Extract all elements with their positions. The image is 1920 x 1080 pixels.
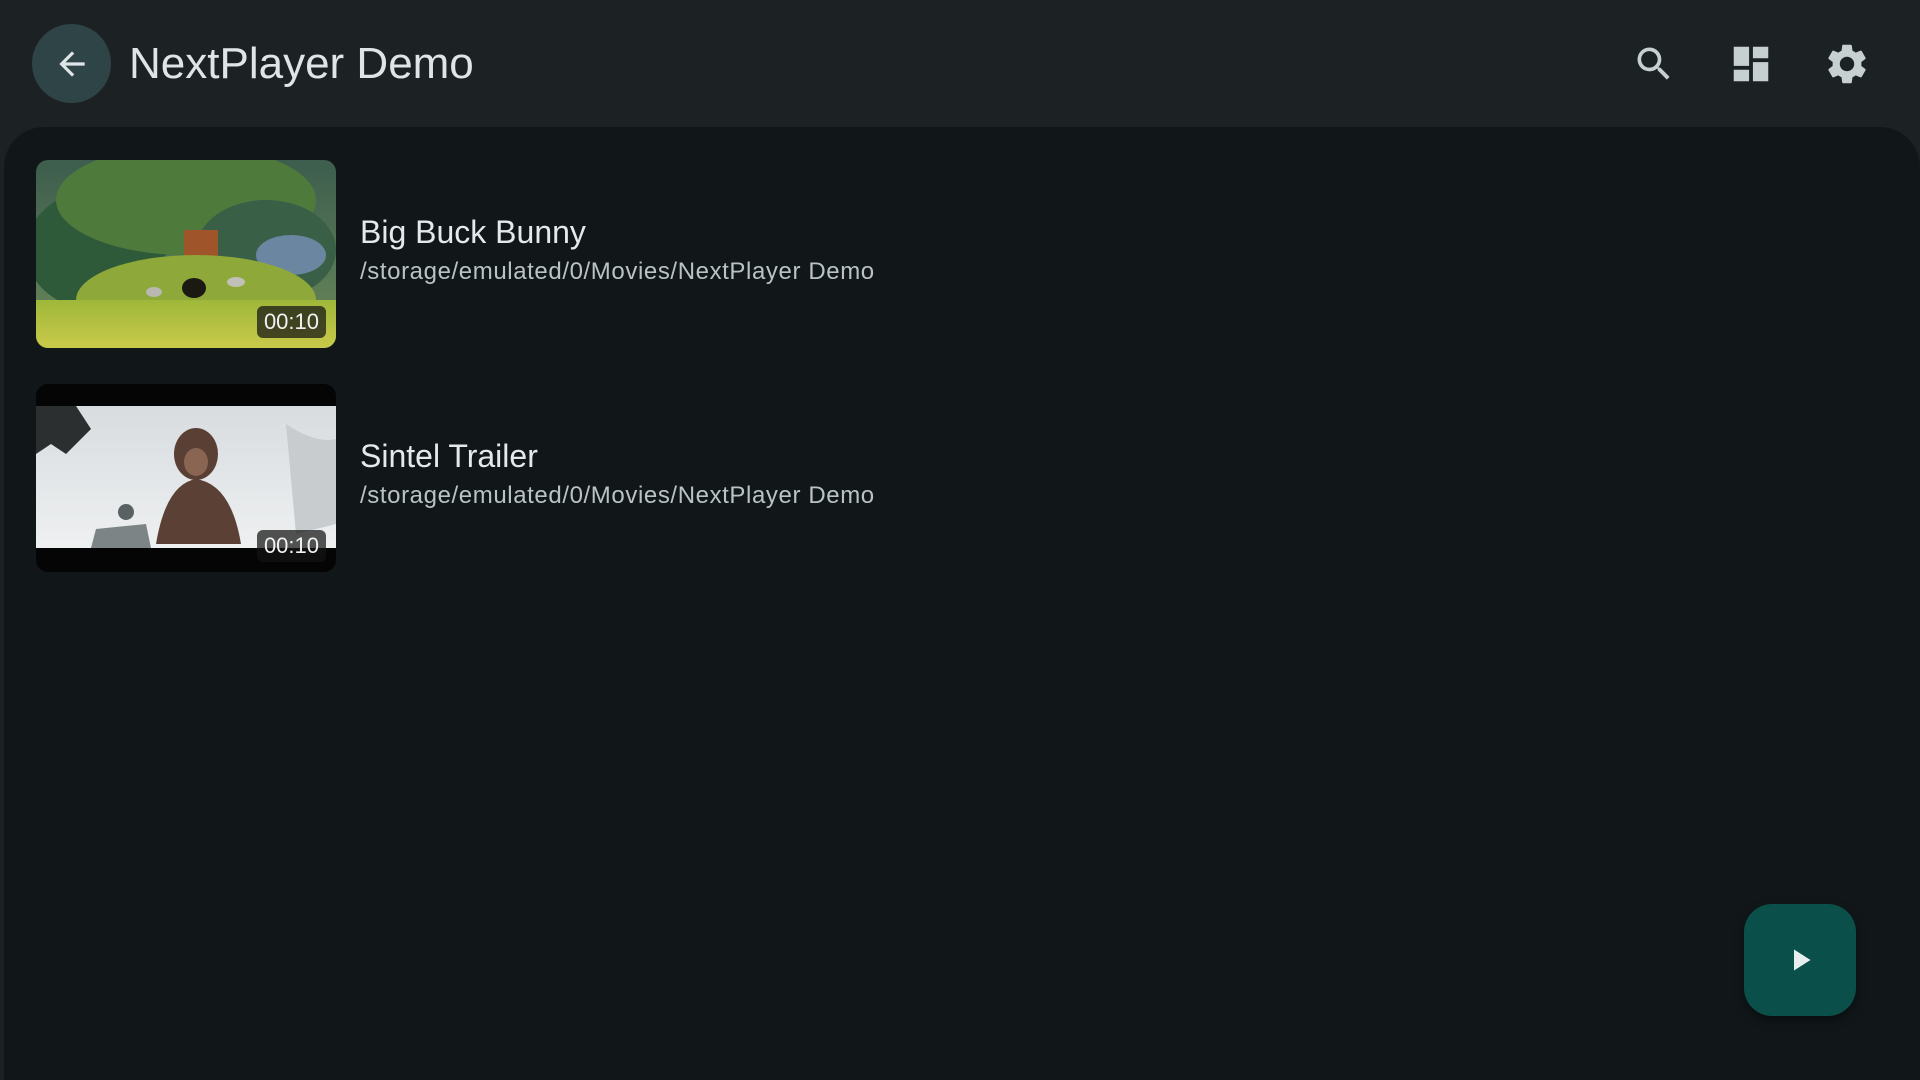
- layout-button[interactable]: [1719, 32, 1783, 96]
- gear-icon: [1828, 44, 1866, 84]
- play-all-button[interactable]: [1744, 904, 1856, 1016]
- video-list: 00:10 Big Buck Bunny /storage/emulated/0…: [4, 127, 1920, 1080]
- video-thumbnail: 00:10: [36, 160, 336, 348]
- page-title: NextPlayer Demo: [129, 39, 474, 88]
- list-item[interactable]: 00:10 Sintel Trailer /storage/emulated/0…: [36, 384, 1886, 572]
- video-thumbnail: 00:10: [36, 384, 336, 572]
- video-path: /storage/emulated/0/Movies/NextPlayer De…: [360, 258, 875, 285]
- list-item[interactable]: 00:10 Big Buck Bunny /storage/emulated/0…: [36, 160, 1886, 348]
- top-app-bar: NextPlayer Demo: [0, 0, 1920, 127]
- duration-badge: 00:10: [256, 530, 326, 562]
- back-button[interactable]: [32, 24, 111, 103]
- search-button[interactable]: [1622, 32, 1686, 96]
- video-title: Sintel Trailer: [360, 438, 538, 474]
- arrow-back-icon: [58, 50, 85, 77]
- video-title: Big Buck Bunny: [360, 214, 586, 250]
- duration-badge: 00:10: [256, 306, 326, 338]
- play-icon: [1794, 949, 1811, 971]
- settings-button[interactable]: [1815, 32, 1879, 96]
- dashboard-icon: [1733, 46, 1769, 82]
- app-window: NextPlayer Demo 00:10 Big Buck Bunny /st…: [0, 0, 1920, 1080]
- video-path: /storage/emulated/0/Movies/NextPlayer De…: [360, 482, 875, 509]
- search-icon: [1637, 47, 1670, 80]
